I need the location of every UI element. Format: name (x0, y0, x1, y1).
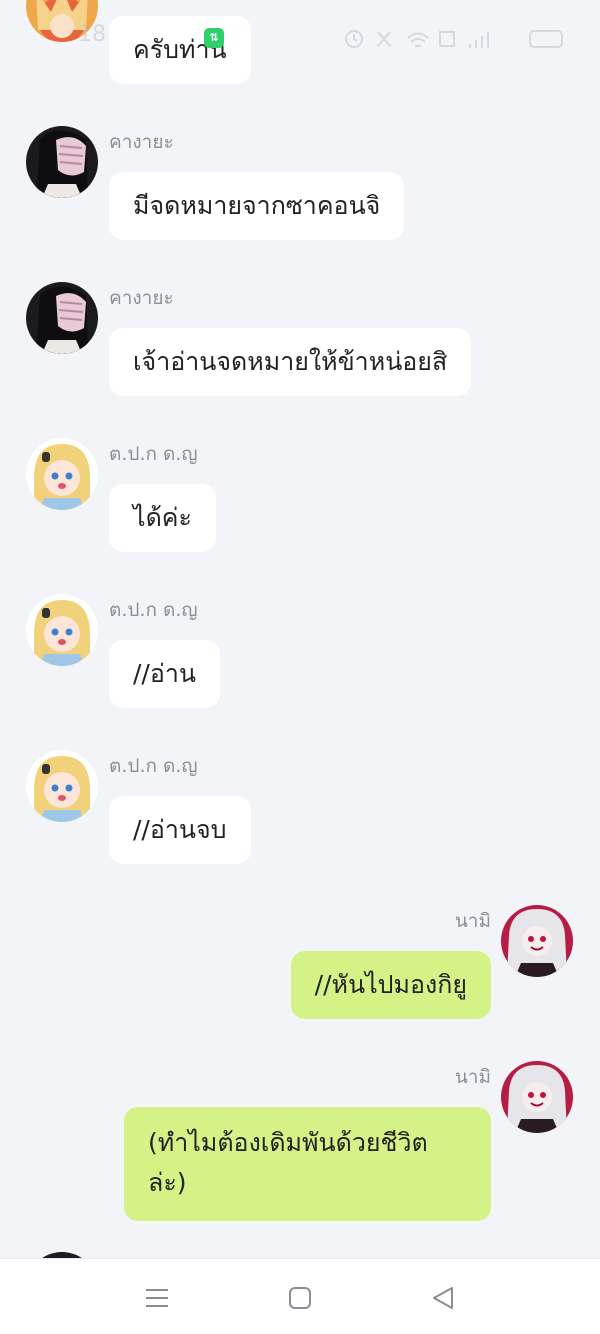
avatar-black-haired-bandaged[interactable] (26, 282, 98, 354)
message-bubble: //หันไปมองกิยู (290, 951, 491, 1019)
sender-name: นามิ (454, 1066, 491, 1088)
avatar-blonde-girl[interactable] (26, 438, 98, 510)
message-bubble: เจ้าอ่านจดหมายให้ข้าหน่อยสิ (109, 328, 472, 396)
message-bubble: //อ่าน (109, 640, 220, 708)
avatar-white-haired-red[interactable] (501, 1061, 573, 1133)
avatar-white-haired-red[interactable] (501, 905, 573, 977)
sender-name: ต.ป.ก ด.ญ (109, 443, 198, 465)
message-bubble: (ทำไมต้องเดิมพันด้วยชีวิต ล่ะ) (124, 1107, 491, 1221)
avatar-black-haired-bandaged[interactable] (26, 126, 98, 198)
message-bubble: ได้ค่ะ (109, 484, 216, 552)
sender-name: ต.ป.ก ด.ญ (109, 755, 198, 777)
sender-name: คางายะ (109, 287, 174, 309)
sender-name: ต.ป.ก ด.ญ (109, 599, 198, 621)
message-bubble: ครับท่าน (109, 16, 251, 84)
avatar-blonde-girl[interactable] (26, 594, 98, 666)
avatar-blonde-girl[interactable] (26, 750, 98, 822)
menu-icon[interactable] (142, 1283, 172, 1313)
sender-name: นามิ (454, 910, 491, 932)
back-icon[interactable] (428, 1283, 458, 1313)
message-bubble: มีจดหมายจากซาคอนจิ (109, 172, 405, 240)
home-icon[interactable] (285, 1283, 315, 1313)
navigation-bar (0, 1258, 600, 1334)
message-bubble: //อ่านจบ (109, 796, 251, 864)
chat-area[interactable]: ครับท่าน คางายะ มีจดหมายจากซาคอนจิ คางาย… (0, 0, 600, 1258)
sender-name: คางายะ (109, 131, 174, 153)
avatar-orange-haired[interactable] (26, 0, 98, 42)
